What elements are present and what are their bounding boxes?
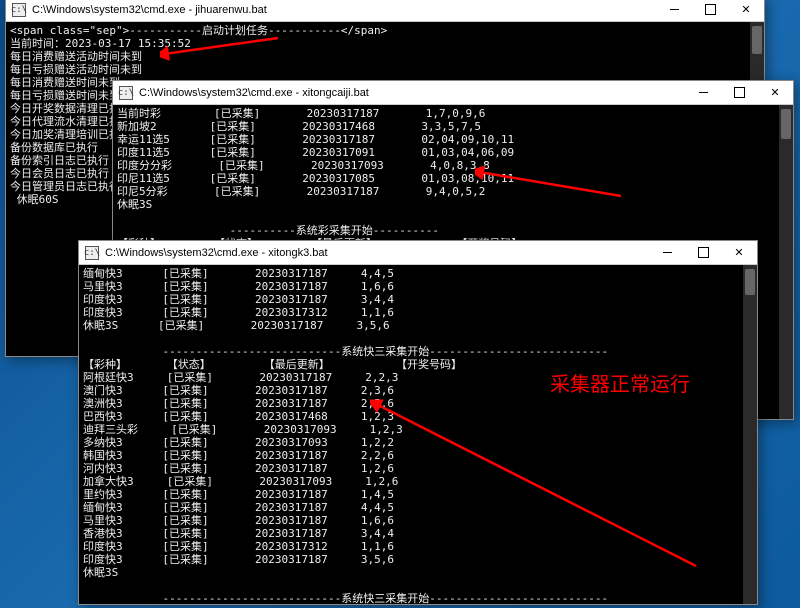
scrollbar[interactable] — [779, 105, 793, 419]
minimize-button[interactable] — [656, 0, 692, 21]
titlebar[interactable]: c:\ C:\Windows\system32\cmd.exe - xitong… — [113, 81, 793, 105]
cmd-icon: c:\ — [85, 246, 99, 260]
close-button[interactable] — [721, 241, 757, 264]
console-output[interactable]: 缅甸快3 [已采集] 20230317187 4,4,5 马里快3 [已采集] … — [79, 265, 757, 604]
minimize-button[interactable] — [685, 81, 721, 104]
maximize-button[interactable] — [692, 0, 728, 21]
window-title: C:\Windows\system32\cmd.exe - jihuarenwu… — [32, 4, 656, 16]
scrollbar[interactable] — [743, 265, 757, 604]
cmd-icon: c:\ — [119, 86, 133, 100]
titlebar[interactable]: c:\ C:\Windows\system32\cmd.exe - jihuar… — [6, 0, 764, 22]
cmd-icon: c:\ — [12, 3, 26, 17]
annotation-label: 采集器正常运行 — [550, 368, 690, 397]
close-button[interactable] — [757, 81, 793, 104]
cmd-window-xitongk3[interactable]: c:\ C:\Windows\system32\cmd.exe - xitong… — [78, 240, 758, 605]
maximize-button[interactable] — [685, 241, 721, 264]
window-title: C:\Windows\system32\cmd.exe - xitongk3.b… — [105, 247, 649, 259]
close-button[interactable] — [728, 0, 764, 21]
maximize-button[interactable] — [721, 81, 757, 104]
window-title: C:\Windows\system32\cmd.exe - xitongcaij… — [139, 87, 685, 99]
titlebar[interactable]: c:\ C:\Windows\system32\cmd.exe - xitong… — [79, 241, 757, 265]
minimize-button[interactable] — [649, 241, 685, 264]
